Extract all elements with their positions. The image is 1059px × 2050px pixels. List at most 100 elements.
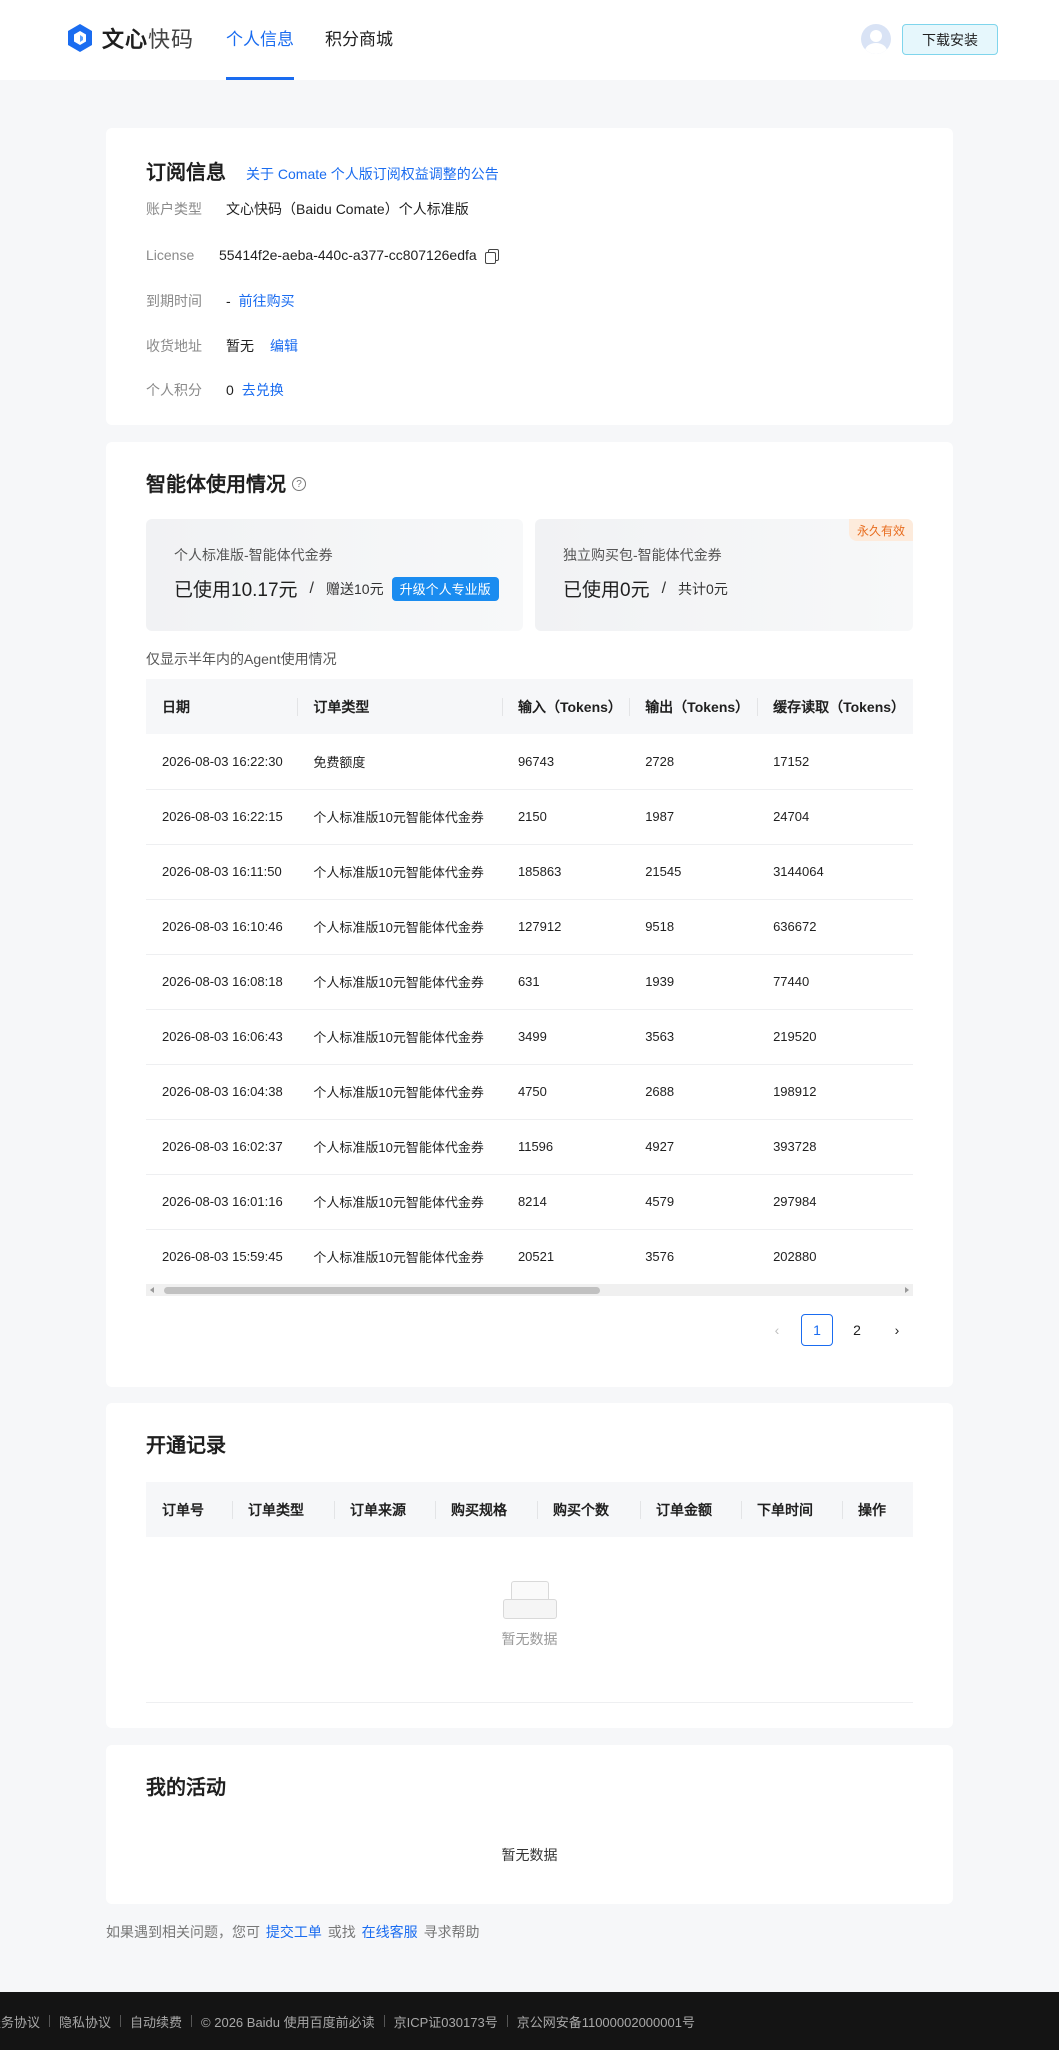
cell-date: 2026-08-03 16:11:50 (146, 844, 298, 900)
edit-address-link[interactable]: 编辑 (270, 336, 298, 356)
announcement-link[interactable]: 关于 Comate 个人版订阅权益调整的公告 (246, 164, 499, 184)
redeem-link[interactable]: 去兑换 (242, 380, 284, 400)
logo[interactable]: 文心快码 (66, 22, 194, 54)
cell-input: 2150 (501, 789, 630, 845)
main-nav: 个人信息 积分商城 (226, 0, 424, 80)
table-horizontal-scrollbar[interactable] (146, 1284, 913, 1296)
voucher-independent: 独立购买包-智能体代金券 已使用0元 / 共计0元 永久有效 (535, 519, 913, 631)
cell-input: 11596 (501, 1119, 630, 1175)
table-row: 2026-08-03 16:22:30 免费额度 96743 2728 17152 (146, 734, 913, 790)
license-label: License (146, 247, 195, 263)
license-value: 55414f2e-aeba-440c-a377-cc807126edfa (219, 247, 477, 263)
cell-date: 2026-08-03 16:04:38 (146, 1064, 298, 1120)
pagination-page-2[interactable]: 2 (841, 1314, 873, 1346)
cell-output: 4927 (629, 1119, 758, 1175)
footer-link[interactable]: 自动续费 (130, 2012, 182, 2031)
cell-cache-read: 24704 (757, 789, 913, 845)
cell-order-type: 个人标准版10元智能体代金券 (297, 954, 502, 1010)
cell-order-type: 个人标准版10元智能体代金券 (297, 1174, 502, 1230)
my-activities-empty: 暂无数据 (501, 1847, 558, 1863)
points-value: 0 (226, 382, 234, 398)
download-install-button[interactable]: 下载安装 (902, 24, 998, 55)
table-row: 2026-08-03 16:22:15 个人标准版10元智能体代金券 2150 198… (146, 789, 913, 845)
open-records-table: 订单号 订单类型 订单来源 购买规格 购买个数 订单金额 下单时间 操作 (146, 1482, 913, 1537)
col-date: 日期 (146, 679, 298, 734)
pagination-next-icon[interactable]: › (881, 1314, 913, 1346)
cell-input: 20521 (501, 1229, 630, 1285)
cell-order-type: 个人标准版10元智能体代金券 (297, 1064, 502, 1120)
cell-order-type: 个人标准版10元智能体代金券 (297, 1229, 502, 1285)
my-activities-title: 我的活动 (146, 1777, 226, 1799)
open-records-empty-text: 暂无数据 (501, 1631, 558, 1647)
agent-usage-header: 智能体使用情况 ? (146, 468, 306, 497)
scroll-thumb[interactable] (164, 1287, 600, 1294)
cell-input: 631 (501, 954, 630, 1010)
footer-link[interactable]: 服务协议 (0, 2012, 40, 2031)
voucher-standard-gift: 赠送10元 (326, 580, 384, 597)
copy-icon[interactable] (484, 248, 499, 264)
cell-output: 2728 (629, 734, 758, 790)
cell-input: 4750 (501, 1064, 630, 1120)
submit-ticket-link[interactable]: 提交工单 (266, 1924, 322, 1940)
online-service-link[interactable]: 在线客服 (362, 1924, 418, 1940)
cell-cache-read: 297984 (757, 1174, 913, 1230)
cell-order-type: 免费额度 (297, 734, 502, 790)
address-row: 收货地址 暂无 编辑 (146, 336, 298, 356)
table-row: 2026-08-03 16:06:43 个人标准版10元智能体代金券 3499 356… (146, 1009, 913, 1065)
voucher-standard-title: 个人标准版-智能体代金券 (174, 547, 333, 563)
footer-separator (49, 2015, 51, 2027)
cell-cache-read: 3144064 (757, 844, 913, 900)
open-records-title: 开通记录 (146, 1435, 226, 1457)
buy-link[interactable]: 前往购买 (239, 291, 295, 311)
cell-cache-read: 219520 (757, 1009, 913, 1065)
footer-link[interactable]: © 2026 Baidu 使用百度前必读 (201, 2012, 375, 2031)
cell-date: 2026-08-03 16:22:30 (146, 734, 298, 790)
cell-output: 21545 (629, 844, 758, 900)
table-row: 2026-08-03 16:01:16 个人标准版10元智能体代金券 8214 457… (146, 1174, 913, 1230)
nav-personal-info[interactable]: 个人信息 (226, 0, 294, 80)
footer-link[interactable]: 京ICP证030173号 (394, 2012, 498, 2031)
voucher-independent-used: 已使用0元 / 共计0元 (563, 575, 728, 602)
account-type-label: 账户类型 (146, 201, 202, 217)
footer-separator (383, 2015, 385, 2027)
agent-usage-title: 智能体使用情况 (146, 474, 286, 496)
pagination-prev-icon[interactable]: ‹ (761, 1314, 793, 1346)
account-type-row: 账户类型 文心快码（Baidu Comate）个人标准版 (146, 199, 469, 219)
voucher-standard-used: 已使用10.17元 / 赠送10元 升级个人专业版 (174, 575, 499, 602)
cell-output: 4579 (629, 1174, 758, 1230)
cell-cache-read: 17152 (757, 734, 913, 790)
logo-icon (68, 24, 92, 52)
open-records-header-row: 订单号 订单类型 订单来源 购买规格 购买个数 订单金额 下单时间 操作 (146, 1482, 913, 1537)
help-prefix: 如果遇到相关问题，您可 (106, 1924, 260, 1940)
table-row: 2026-08-03 16:08:18 个人标准版10元智能体代金券 631 1939… (146, 954, 913, 1010)
col-actions: 操作 (842, 1482, 913, 1537)
pagination-page-1[interactable]: 1 (801, 1314, 833, 1346)
table-row: 2026-08-03 16:04:38 个人标准版10元智能体代金券 4750 268… (146, 1064, 913, 1120)
cell-input: 185863 (501, 844, 630, 900)
footer-link[interactable]: 京公网安备11000002000001号 (517, 2012, 695, 2031)
footer-link[interactable]: 隐私协议 (59, 2012, 111, 2031)
nav-points-mall[interactable]: 积分商城 (325, 0, 393, 80)
cell-input: 96743 (501, 734, 630, 790)
scroll-right-arrow-icon[interactable] (905, 1287, 909, 1293)
upgrade-pro-button[interactable]: 升级个人专业版 (391, 576, 499, 601)
avatar[interactable] (861, 24, 891, 54)
col-quantity: 购买个数 (537, 1482, 640, 1537)
help-icon[interactable]: ? (292, 477, 306, 491)
help-line: 如果遇到相关问题，您可 提交工单 或找 在线客服 寻求帮助 (106, 1922, 480, 1942)
cell-output: 9518 (629, 899, 758, 955)
cell-date: 2026-08-03 16:22:15 (146, 789, 298, 845)
agent-usage-card: 智能体使用情况 ? 个人标准版-智能体代金券 已使用10.17元 / 赠送10元… (106, 442, 953, 1387)
subscription-card: 订阅信息 关于 Comate 个人版订阅权益调整的公告 账户类型 文心快码（Ba… (106, 128, 953, 425)
cell-date: 2026-08-03 16:10:46 (146, 899, 298, 955)
help-or: 或找 (327, 1924, 356, 1940)
scroll-left-arrow-icon[interactable] (150, 1287, 154, 1293)
footer-separator (191, 2015, 193, 2027)
logo-text: 文心快码 (102, 27, 195, 52)
cell-output: 1939 (629, 954, 758, 1010)
open-records-empty: 暂无数据 (106, 1581, 953, 1649)
table-row: 2026-08-03 16:10:46 个人标准版10元智能体代金券 127912 9… (146, 899, 913, 955)
cell-date: 2026-08-03 16:02:37 (146, 1119, 298, 1175)
voucher-standard: 个人标准版-智能体代金券 已使用10.17元 / 赠送10元 升级个人专业版 (146, 519, 523, 631)
cell-input: 3499 (501, 1009, 630, 1065)
